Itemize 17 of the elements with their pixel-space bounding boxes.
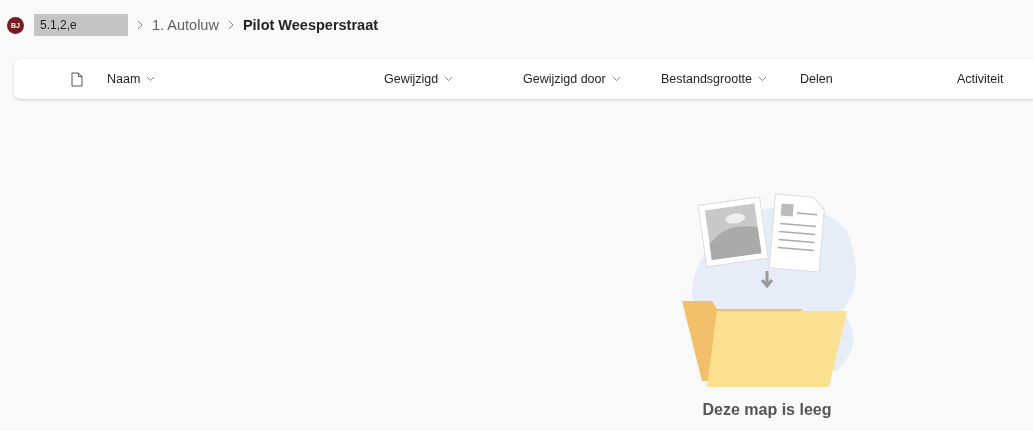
chevron-down-icon: [444, 76, 454, 82]
breadcrumb-link[interactable]: Pilot Weesperstraat: [242, 17, 379, 33]
column-header[interactable]: Delen: [800, 72, 833, 86]
chevron-down-icon: [146, 76, 156, 82]
column-header[interactable]: Gewijzigd door: [523, 72, 606, 86]
chevron-down-icon: [758, 76, 768, 82]
chevron-down-icon: [611, 76, 621, 82]
empty-folder-message: Deze map is leeg: [702, 401, 832, 419]
chevron-right-icon: [226, 20, 235, 30]
chevron-right-icon: [136, 20, 144, 30]
column-header[interactable]: Activiteit: [957, 72, 1004, 86]
redacted-label: 5.1,2,e: [34, 14, 128, 36]
column-header[interactable]: Naam: [107, 72, 141, 86]
breadcrumb-link[interactable]: 1. Autoluw: [152, 17, 219, 33]
column-header[interactable]: Gewijzigd: [384, 72, 439, 86]
column-header[interactable]: Bestandsgrootte: [661, 72, 753, 86]
file-icon: [71, 71, 83, 87]
